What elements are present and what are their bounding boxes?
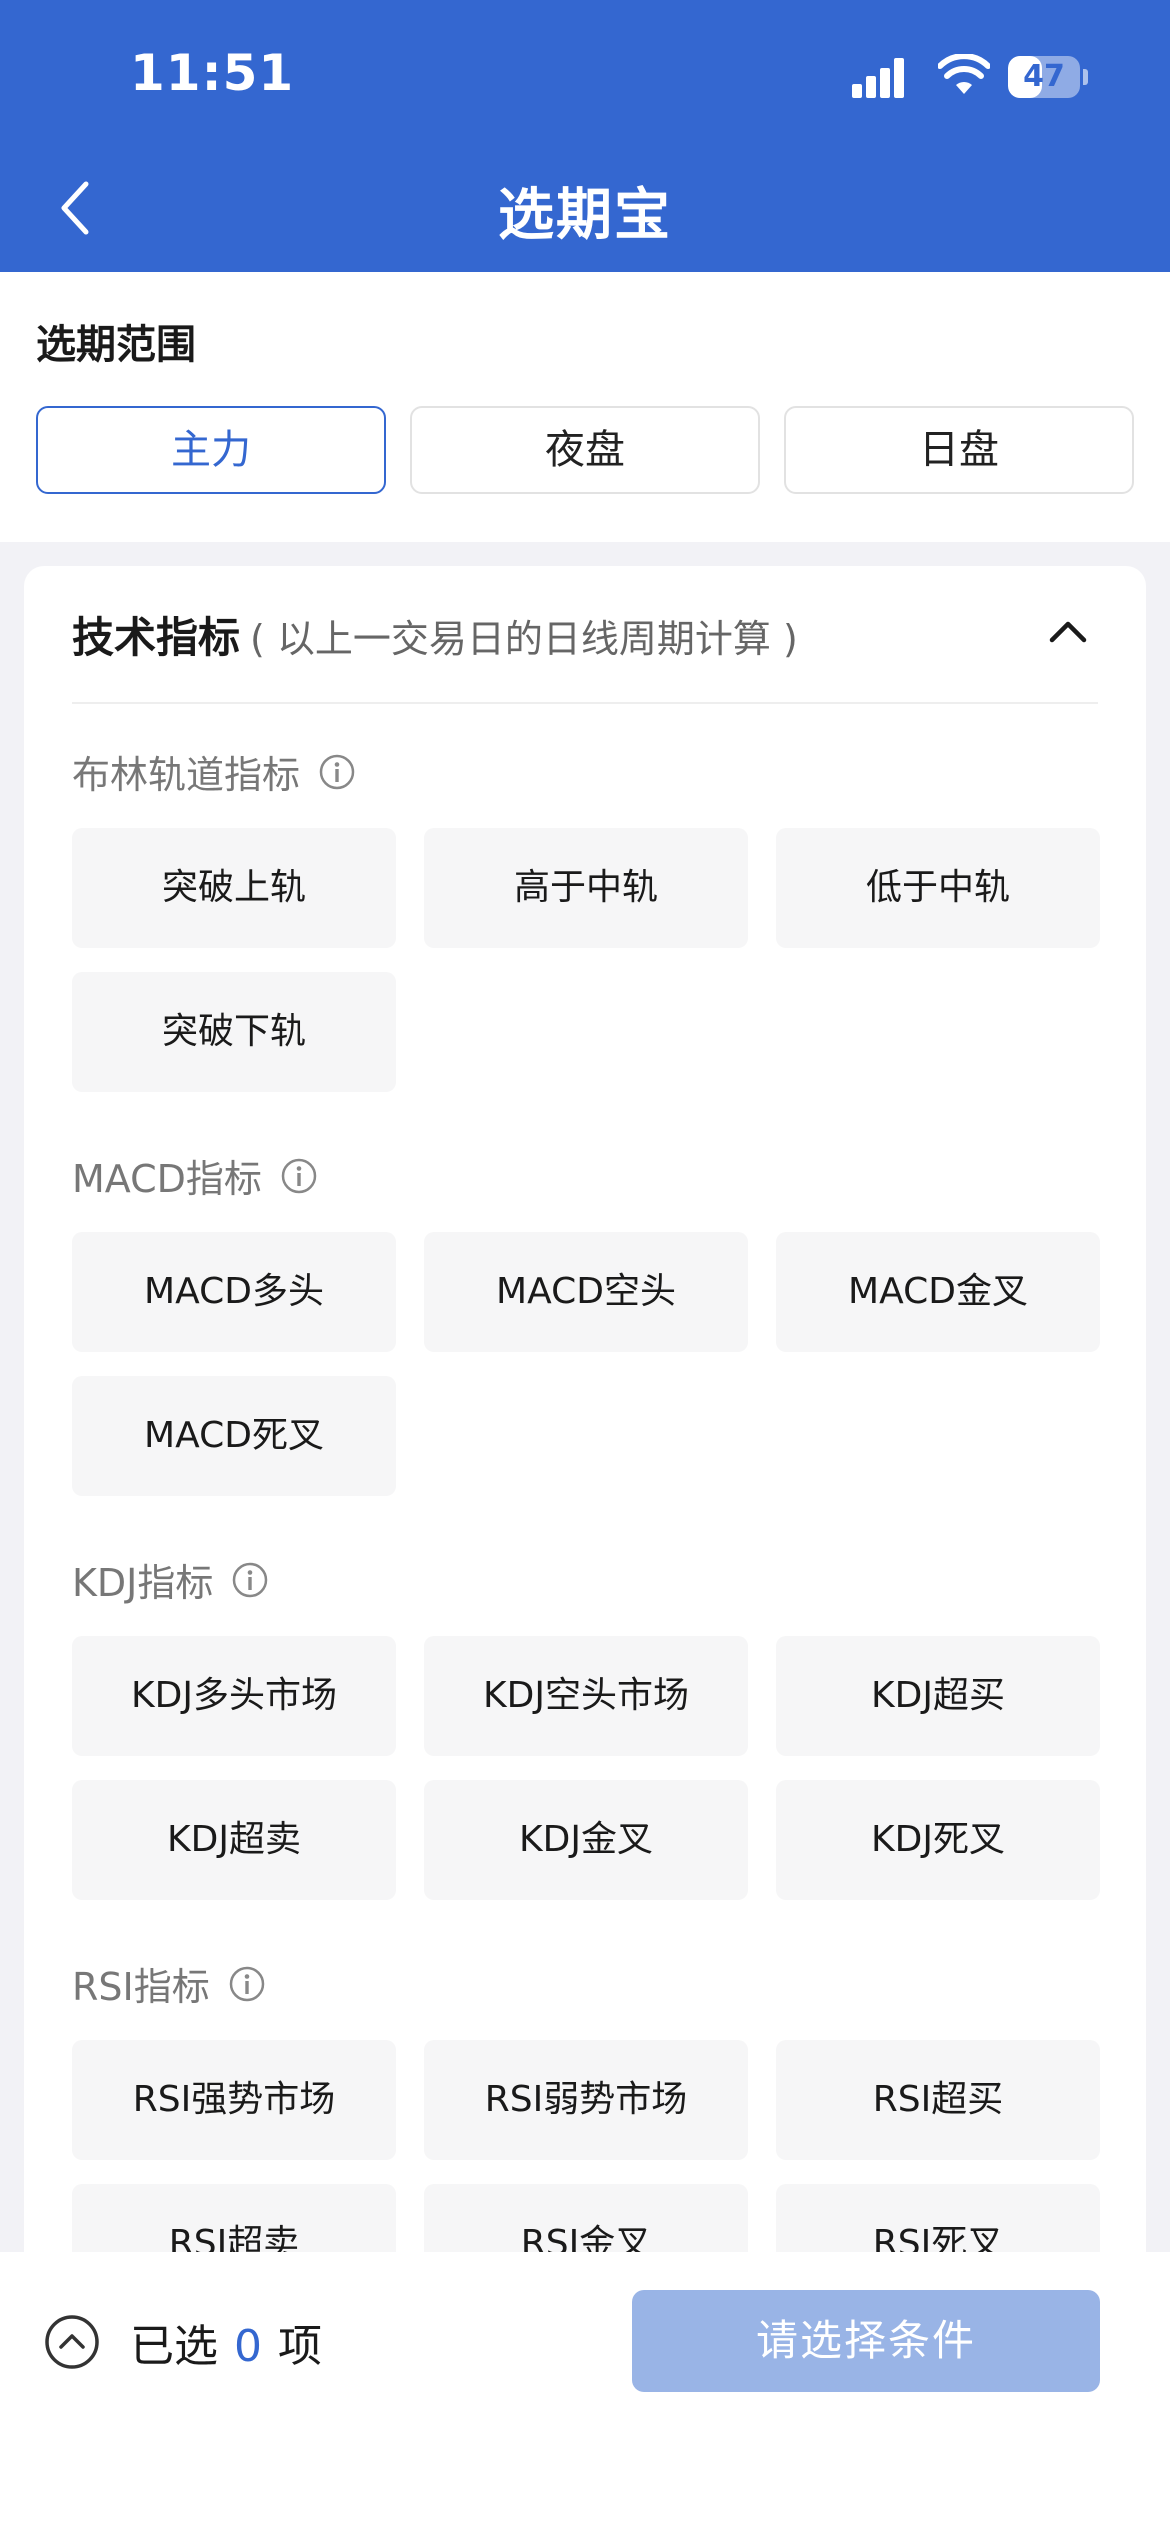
selected-count: 0 bbox=[234, 2321, 262, 2372]
chevron-up-circle-icon[interactable] bbox=[44, 2314, 100, 2370]
option-kdj-oversold[interactable]: KDJ超卖 bbox=[72, 1780, 396, 1900]
cellular-signal-icon bbox=[852, 58, 904, 98]
tech-indicators-subtitle: ( 以上一交易日的日线周期计算 ) bbox=[250, 617, 798, 661]
group-label-macd: MACD指标 bbox=[72, 1148, 318, 1203]
info-icon[interactable] bbox=[231, 1561, 269, 1599]
option-bollinger-break-lower[interactable]: 突破下轨 bbox=[72, 972, 396, 1092]
tech-indicators-header[interactable]: 技术指标( 以上一交易日的日线周期计算 ) bbox=[72, 604, 1098, 664]
page-title: 选期宝 bbox=[498, 183, 672, 248]
range-option-night[interactable]: 夜盘 bbox=[410, 406, 760, 494]
divider bbox=[72, 702, 1098, 704]
option-kdj-bull-market[interactable]: KDJ多头市场 bbox=[72, 1636, 396, 1756]
battery-percent: 47 bbox=[1023, 59, 1065, 94]
status-time: 11:51 bbox=[130, 44, 295, 102]
option-bollinger-above-mid[interactable]: 高于中轨 bbox=[424, 828, 748, 948]
option-macd-death-cross[interactable]: MACD死叉 bbox=[72, 1376, 396, 1496]
selected-prefix: 已选 bbox=[130, 2321, 218, 2372]
group-label-bollinger: 布林轨道指标 bbox=[72, 744, 356, 799]
group-label-rsi: RSI指标 bbox=[72, 1956, 266, 2011]
option-rsi-strong-market[interactable]: RSI强势市场 bbox=[72, 2040, 396, 2160]
option-kdj-golden-cross[interactable]: KDJ金叉 bbox=[424, 1780, 748, 1900]
range-option-day[interactable]: 日盘 bbox=[784, 406, 1134, 494]
submit-button[interactable]: 请选择条件 bbox=[632, 2290, 1100, 2392]
page: 11:51 47 选期宝 选期范围 主力 夜盘 日盘 技术指标 (以上一交易日… bbox=[0, 0, 1170, 2532]
bottom-bar: 已选 0 项 请选择条件 bbox=[0, 2252, 1170, 2532]
range-title: 选期范围 bbox=[36, 322, 196, 368]
option-rsi-weak-market[interactable]: RSI弱势市场 bbox=[424, 2040, 748, 2160]
tech-indicators-card: 技术指标( 以上一交易日的日线周期计算 ) 布林轨道指标 突破上轨 高于中轨 低… bbox=[24, 566, 1146, 2366]
option-kdj-death-cross[interactable]: KDJ死叉 bbox=[776, 1780, 1100, 1900]
range-section: 选期范围 主力 夜盘 日盘 bbox=[0, 272, 1170, 542]
option-macd-bear[interactable]: MACD空头 bbox=[424, 1232, 748, 1352]
header: 11:51 47 选期宝 bbox=[0, 0, 1170, 272]
option-kdj-bear-market[interactable]: KDJ空头市场 bbox=[424, 1636, 748, 1756]
option-bollinger-below-mid[interactable]: 低于中轨 bbox=[776, 828, 1100, 948]
option-rsi-overbought[interactable]: RSI超买 bbox=[776, 2040, 1100, 2160]
option-kdj-overbought[interactable]: KDJ超买 bbox=[776, 1636, 1100, 1756]
option-bollinger-break-upper[interactable]: 突破上轨 bbox=[72, 828, 396, 948]
tech-indicators-title: 技术指标 bbox=[72, 613, 241, 662]
wifi-icon bbox=[938, 54, 990, 94]
selected-summary: 已选 0 项 bbox=[130, 2310, 322, 2374]
selected-suffix: 项 bbox=[278, 2321, 322, 2372]
chevron-up-icon[interactable] bbox=[1046, 610, 1090, 654]
option-macd-bull[interactable]: MACD多头 bbox=[72, 1232, 396, 1352]
info-icon[interactable] bbox=[280, 1157, 318, 1195]
option-macd-golden-cross[interactable]: MACD金叉 bbox=[776, 1232, 1100, 1352]
info-icon[interactable] bbox=[318, 753, 356, 791]
group-label-kdj: KDJ指标 bbox=[72, 1552, 269, 1607]
info-icon[interactable] bbox=[228, 1965, 266, 2003]
range-option-main[interactable]: 主力 bbox=[36, 406, 386, 494]
battery-icon: 47 bbox=[1008, 56, 1088, 98]
